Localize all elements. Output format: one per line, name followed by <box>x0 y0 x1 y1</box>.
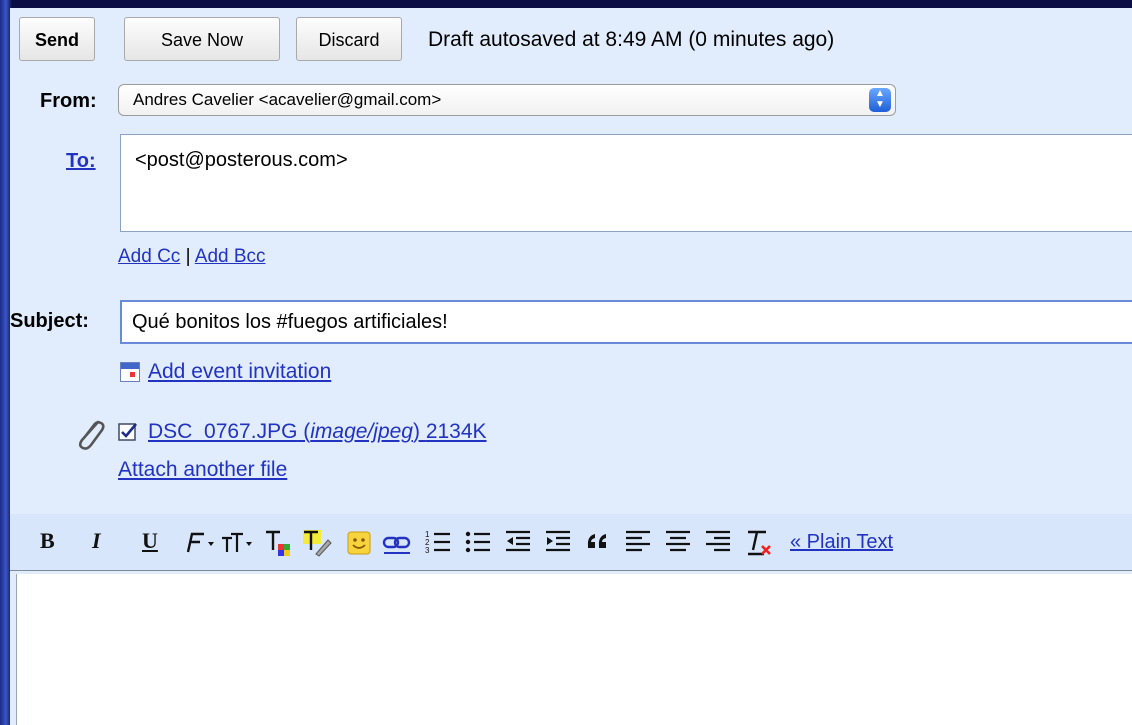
remove-formatting-icon[interactable] <box>744 528 772 558</box>
bullet-list-icon[interactable] <box>464 528 492 556</box>
italic-button[interactable]: I <box>92 528 101 554</box>
attachment-item: DSC_0767.JPG (image/jpeg) 2134K <box>148 420 487 444</box>
indent-less-icon[interactable] <box>504 528 532 556</box>
subject-label: Subject: <box>10 310 89 332</box>
attachment-filename: DSC_0767.JPG <box>148 420 298 443</box>
add-bcc-link[interactable]: Add Bcc <box>195 246 266 267</box>
attach-another-file: Attach another file <box>118 458 287 482</box>
event-invitation: Add event invitation <box>148 360 331 384</box>
calendar-icon <box>120 362 140 382</box>
add-cc-link[interactable]: Add Cc <box>118 246 180 267</box>
message-body-editor[interactable] <box>16 574 1132 725</box>
from-select-value: Andres Cavelier <acavelier@gmail.com> <box>133 90 442 109</box>
from-select[interactable]: Andres Cavelier <acavelier@gmail.com> ▲ ▼ <box>118 84 896 116</box>
text-color-icon[interactable] <box>264 528 294 558</box>
save-now-button[interactable]: Save Now <box>124 17 280 61</box>
from-label: From: <box>40 90 97 112</box>
to-link[interactable]: To: <box>66 150 96 172</box>
formatting-toolbar: B I U 1 2 3 « Plain Text <box>10 514 1132 571</box>
attachment-mime: image/jpeg <box>310 420 413 443</box>
checkbox-checked-icon[interactable] <box>118 422 138 442</box>
select-arrows-icon: ▲ ▼ <box>869 88 891 112</box>
compose-panel: Send Save Now Discard Draft autosaved at… <box>10 8 1132 725</box>
attachment-link[interactable]: DSC_0767.JPG (image/jpeg) 2134K <box>148 420 487 443</box>
subject-field[interactable]: Qué bonitos los #fuegos artificiales! <box>120 300 1132 344</box>
align-center-icon[interactable] <box>664 528 692 556</box>
discard-button[interactable]: Discard <box>296 17 402 61</box>
add-event-invitation-link[interactable]: Add event invitation <box>148 360 331 383</box>
paperclip-icon <box>78 420 105 450</box>
attachment-size: 2134K <box>425 420 487 443</box>
svg-text:3: 3 <box>425 546 430 555</box>
font-size-icon[interactable] <box>220 530 254 556</box>
to-label[interactable]: To: <box>66 150 96 173</box>
cc-bcc-links: Add Cc | Add Bcc <box>118 246 266 268</box>
subject-field-value: Qué bonitos los #fuegos artificiales! <box>132 311 448 333</box>
align-right-icon[interactable] <box>704 528 732 556</box>
send-button[interactable]: Send <box>19 17 95 61</box>
indent-more-icon[interactable] <box>544 528 572 556</box>
to-field[interactable]: <post@posterous.com> <box>120 134 1132 232</box>
attach-another-file-link[interactable]: Attach another file <box>118 458 287 481</box>
link-icon[interactable] <box>382 530 412 556</box>
plain-text-link[interactable]: « Plain Text <box>790 531 893 554</box>
cc-bcc-separator: | <box>185 246 191 267</box>
numbered-list-icon[interactable]: 1 2 3 <box>424 528 452 556</box>
align-left-icon[interactable] <box>624 528 652 556</box>
to-field-value: <post@posterous.com> <box>135 149 348 171</box>
bold-button[interactable]: B <box>40 528 55 554</box>
quote-icon[interactable] <box>584 528 612 556</box>
autosave-status: Draft autosaved at 8:49 AM (0 minutes ag… <box>428 28 835 51</box>
highlight-icon[interactable] <box>302 528 332 558</box>
font-icon[interactable] <box>182 530 216 556</box>
underline-button[interactable]: U <box>142 528 158 554</box>
emoticon-icon[interactable] <box>346 530 372 556</box>
